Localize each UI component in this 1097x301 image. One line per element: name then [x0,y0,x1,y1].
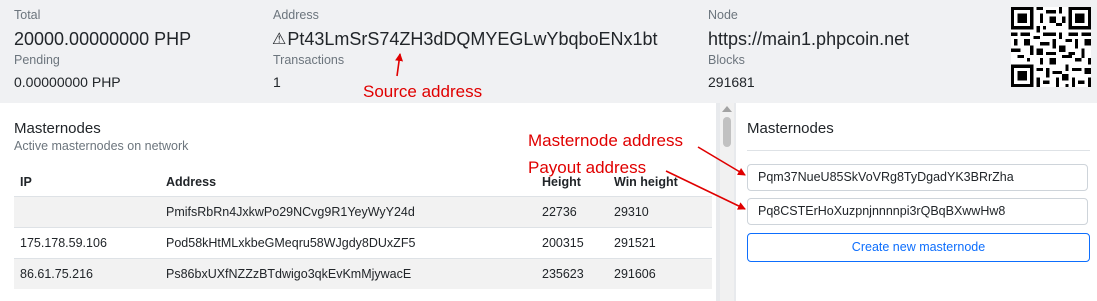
cell-ip [14,196,166,228]
cell-win-height: 291606 [614,258,712,289]
column-header-address[interactable]: Address [166,168,542,197]
cell-address: Ps86bxUXfNZZzBTdwigo3qkEvKmMjywacE [166,258,542,289]
cell-height: 22736 [542,196,614,228]
total-label: Total [14,8,41,22]
address-label: Address [273,8,319,22]
cell-height: 235623 [542,258,614,289]
blocks-label: Blocks [708,53,745,67]
total-value: 20000.00000000 PHP [14,29,192,49]
blocks-value: 291681 [708,74,755,90]
qr-code-icon [1011,7,1091,87]
payout-address-annotation: Payout address [528,158,647,177]
cell-win-height: 291521 [614,227,712,259]
cell-height: 200315 [542,227,614,259]
create-masternode-button[interactable]: Create new masternode [747,233,1090,262]
source-address-annotation: Source address [363,82,483,101]
payout-address-input[interactable] [747,198,1088,225]
cell-ip: 86.61.75.216 [14,258,166,289]
pending-value: 0.00000000 PHP [14,74,121,90]
table-row[interactable]: PmifsRbRn4JxkwPo29NCvg9R1YeyWyY24d 22736… [14,196,712,228]
table-row[interactable]: 175.178.59.106 Pod58kHtMLxkbeGMeqru58WJg… [14,227,712,259]
masternode-address-annotation: Masternode address [528,131,683,150]
cell-ip: 175.178.59.106 [14,227,166,259]
transactions-label: Transactions [273,53,345,67]
wallet-header: Total 20000.00000000 PHP Pending 0.00000… [0,0,1097,103]
node-label: Node [708,8,738,22]
node-value: https://main1.phpcoin.net [708,29,910,49]
cell-address: PmifsRbRn4JxkwPo29NCvg9R1YeyWyY24d [166,196,542,228]
address-value: Pt43LmSrS74ZH3dDQMYEGLwYbqboENx1bt [287,29,658,49]
table-row[interactable]: 86.61.75.216 Ps86bxUXfNZZzBTdwigo3qkEvKm… [14,258,712,289]
column-header-ip[interactable]: IP [14,168,166,197]
transactions-value: 1 [273,74,281,90]
masternodes-list-title: Masternodes [14,120,101,137]
vertical-scrollbar[interactable] [720,103,734,301]
masternodes-list-subtitle: Active masternodes on network [14,139,189,153]
pending-label: Pending [14,53,60,67]
cell-win-height: 29310 [614,196,712,228]
scroll-up-arrow-icon[interactable] [722,106,732,112]
cell-address: Pod58kHtMLxkbeGMeqru58WJgdy8DUxZF5 [166,227,542,259]
masternodes-table: IP Address Height Win height PmifsRbRn4J… [14,168,712,289]
masternode-address-input[interactable] [747,164,1088,191]
warning-triangle-icon: ⚠ [272,31,287,48]
masternode-form-title: Masternodes [747,120,834,137]
scrollbar-thumb[interactable] [723,117,731,147]
divider [747,150,1090,151]
address-display: ⚠Pt43LmSrS74ZH3dDQMYEGLwYbqboENx1bt [272,29,658,50]
